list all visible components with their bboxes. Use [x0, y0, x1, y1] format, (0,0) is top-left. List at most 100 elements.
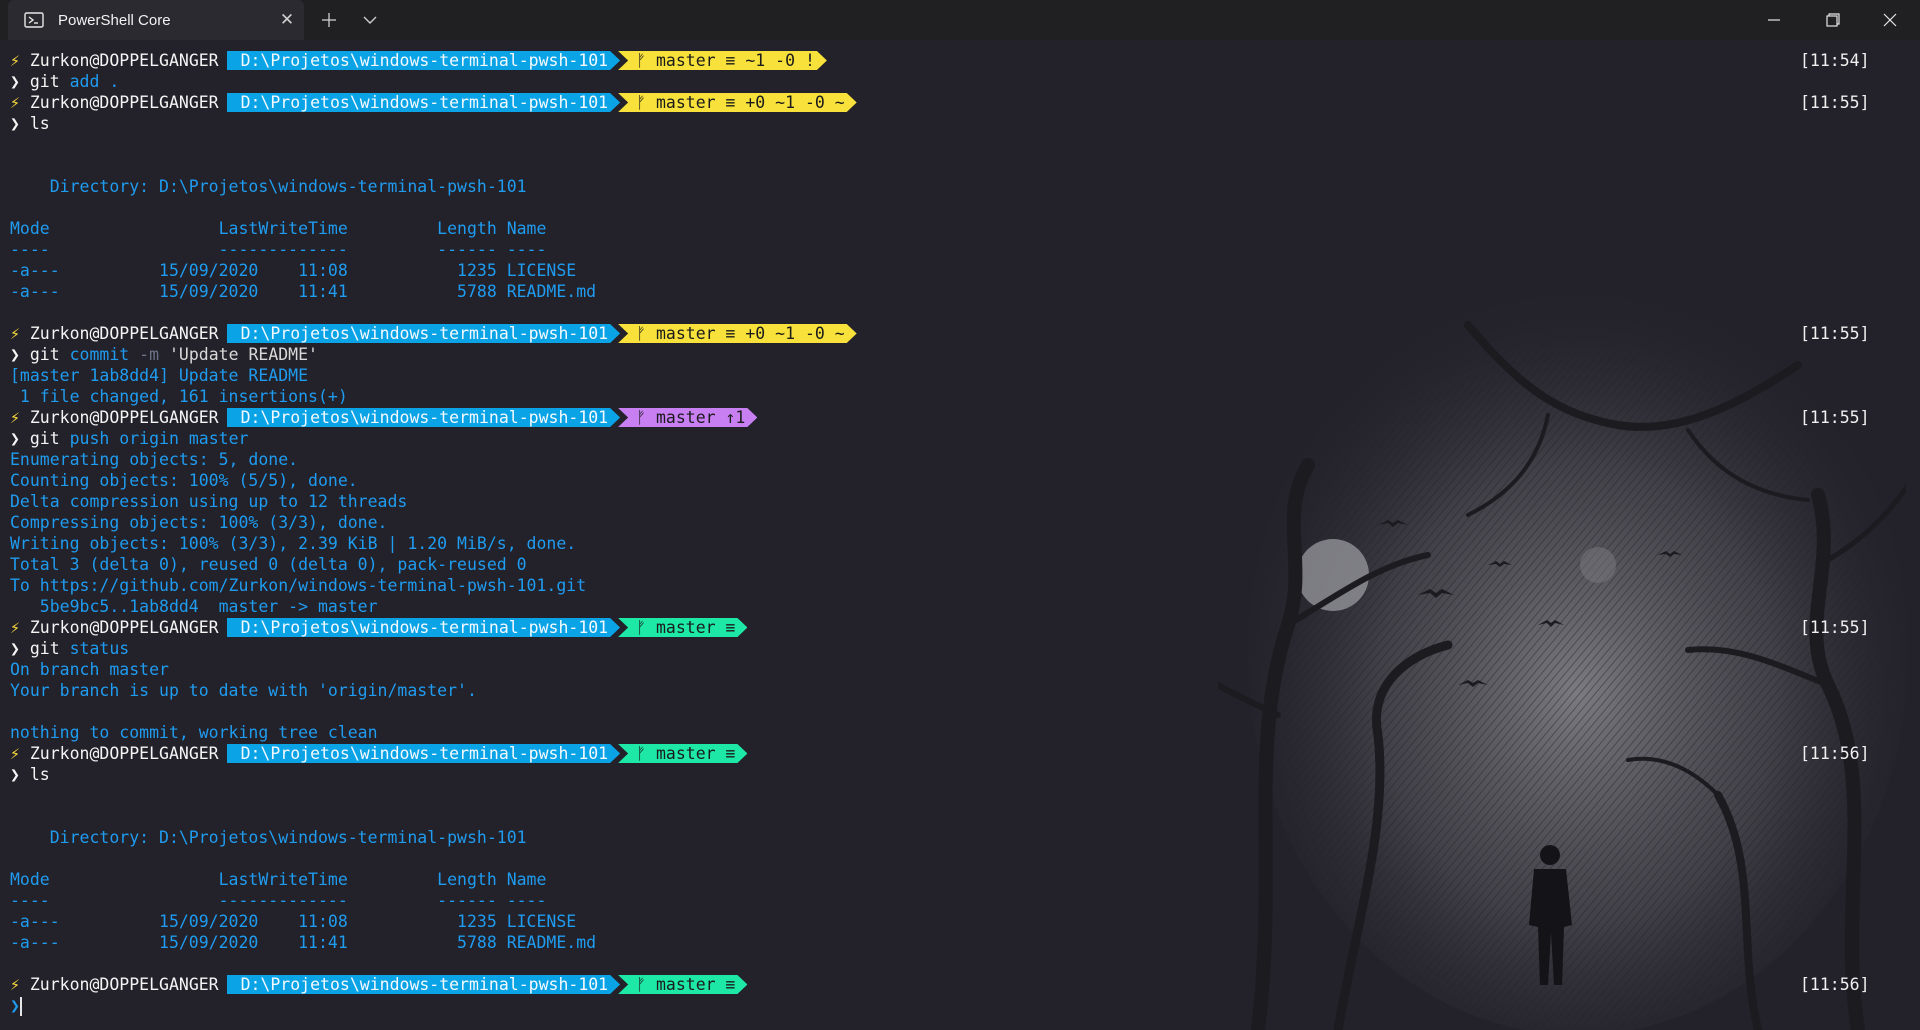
lightning-icon: ⚡: [10, 975, 30, 994]
output-line: 5be9bc5..1ab8dd4 master -> master: [10, 596, 1906, 617]
prompt-path-segment: D:\Projetos\windows-terminal-pwsh-101: [227, 408, 621, 427]
prompt-line: ⚡ Zurkon@DOPPELGANGER D:\Projetos\window…: [10, 323, 1906, 344]
prompt-timestamp: [11:55]: [1800, 324, 1870, 343]
output-text: On branch master: [10, 660, 169, 679]
plus-icon[interactable]: [310, 0, 348, 40]
text-cursor[interactable]: [19, 997, 22, 1016]
command-line: ❯ git push origin master: [10, 428, 1906, 449]
prompt-line: ⚡ Zurkon@DOPPELGANGER D:\Projetos\window…: [10, 617, 1906, 638]
prompt-path-segment: D:\Projetos\windows-terminal-pwsh-101: [227, 744, 621, 763]
terminal-output: ⚡ Zurkon@DOPPELGANGER D:\Projetos\window…: [10, 50, 1906, 1016]
prompt-git-segment: ᚠ master ≡: [618, 618, 747, 637]
input-chevron: ❯: [10, 429, 30, 448]
output-line: Enumerating objects: 5, done.: [10, 449, 1906, 470]
command-name: ls: [29, 765, 50, 784]
output-text: -a--- 15/09/2020 11:41 5788 README.md: [10, 933, 597, 952]
output-text: 1 file changed, 161 insertions(+): [10, 387, 348, 406]
output-text: Your branch is up to date with 'origin/m…: [10, 681, 477, 700]
prompt-git-segment: ᚠ master ≡ +0 ~1 -0 ~: [618, 93, 857, 112]
output-line: Delta compression using up to 12 threads: [10, 491, 1906, 512]
command-rest: .: [99, 72, 120, 91]
command-args: commit: [59, 345, 130, 364]
lightning-icon: ⚡: [10, 744, 30, 763]
output-line: -a--- 15/09/2020 11:08 1235 LICENSE: [10, 260, 1906, 281]
active-input-line[interactable]: ❯: [10, 995, 1906, 1016]
chevron-down-icon[interactable]: [352, 0, 388, 40]
output-text: Delta compression using up to 12 threads: [10, 492, 408, 511]
input-chevron: ❯: [10, 639, 30, 658]
lightning-icon: ⚡: [10, 51, 30, 70]
command-line: ❯ git status: [10, 638, 1906, 659]
prompt-path-segment: D:\Projetos\windows-terminal-pwsh-101: [227, 975, 621, 994]
command-name: git: [29, 345, 60, 364]
lightning-icon: ⚡: [10, 93, 30, 112]
output-line: Directory: D:\Projetos\windows-terminal-…: [10, 827, 1906, 848]
output-line: ---- ------------- ------ ----: [10, 239, 1906, 260]
prompt-line: ⚡ Zurkon@DOPPELGANGER D:\Projetos\window…: [10, 92, 1906, 113]
command-args: status: [59, 639, 130, 658]
close-icon[interactable]: [1862, 0, 1918, 40]
lightning-icon: ⚡: [10, 618, 30, 637]
restore-icon[interactable]: [1805, 0, 1861, 40]
input-chevron: ❯: [10, 996, 20, 1015]
command-name: ls: [29, 114, 50, 133]
prompt-user: Zurkon@DOPPELGANGER: [29, 51, 229, 70]
input-chevron: ❯: [10, 765, 30, 784]
minimize-icon[interactable]: [1746, 0, 1802, 40]
command-line: ❯ ls: [10, 113, 1906, 134]
input-chevron: ❯: [10, 114, 30, 133]
output-line: Compressing objects: 100% (3/3), done.: [10, 512, 1906, 533]
input-chevron: ❯: [10, 72, 30, 91]
tab-close-icon[interactable]: ✕: [270, 10, 304, 30]
output-line: On branch master: [10, 659, 1906, 680]
command-line: ❯ ls: [10, 764, 1906, 785]
prompt-user: Zurkon@DOPPELGANGER: [29, 93, 229, 112]
terminal-pane[interactable]: ⚡ Zurkon@DOPPELGANGER D:\Projetos\window…: [0, 40, 1906, 1030]
command-string: 'Update README': [159, 345, 318, 364]
powershell-icon: [24, 12, 44, 28]
output-text: [master 1ab8dd4] Update README: [10, 366, 309, 385]
output-line: Counting objects: 100% (5/5), done.: [10, 470, 1906, 491]
output-text: Counting objects: 100% (5/5), done.: [10, 471, 358, 490]
prompt-line: ⚡ Zurkon@DOPPELGANGER D:\Projetos\window…: [10, 974, 1906, 995]
prompt-user: Zurkon@DOPPELGANGER: [29, 744, 229, 763]
output-text: -a--- 15/09/2020 11:41 5788 README.md: [10, 282, 597, 301]
command-line: ❯ git commit -m 'Update README': [10, 344, 1906, 365]
prompt-line: ⚡ Zurkon@DOPPELGANGER D:\Projetos\window…: [10, 407, 1906, 428]
tab-title: PowerShell Core: [58, 11, 171, 29]
prompt-line: ⚡ Zurkon@DOPPELGANGER D:\Projetos\window…: [10, 743, 1906, 764]
output-text: -a--- 15/09/2020 11:08 1235 LICENSE: [10, 261, 577, 280]
output-text: ---- ------------- ------ ----: [10, 240, 547, 259]
prompt-path-segment: D:\Projetos\windows-terminal-pwsh-101: [227, 51, 621, 70]
prompt-timestamp: [11:55]: [1800, 408, 1870, 427]
output-line: nothing to commit, working tree clean: [10, 722, 1906, 743]
lightning-icon: ⚡: [10, 408, 30, 427]
output-line: Mode LastWriteTime Length Name: [10, 218, 1906, 239]
output-line: ---- ------------- ------ ----: [10, 890, 1906, 911]
output-text: ---- ------------- ------ ----: [10, 891, 547, 910]
output-text: Compressing objects: 100% (3/3), done.: [10, 513, 388, 532]
output-line: [master 1ab8dd4] Update README: [10, 365, 1906, 386]
prompt-path-segment: D:\Projetos\windows-terminal-pwsh-101: [227, 324, 621, 343]
command-name: git: [29, 72, 60, 91]
title-bar: PowerShell Core ✕: [0, 0, 1920, 40]
tab-powershell-core[interactable]: PowerShell Core ✕: [8, 0, 304, 40]
output-text: -a--- 15/09/2020 11:08 1235 LICENSE: [10, 912, 577, 931]
output-text: nothing to commit, working tree clean: [10, 723, 378, 742]
output-line: Mode LastWriteTime Length Name: [10, 869, 1906, 890]
command-name: git: [29, 429, 60, 448]
prompt-timestamp: [11:56]: [1800, 744, 1870, 763]
prompt-user: Zurkon@DOPPELGANGER: [29, 324, 229, 343]
output-line: 1 file changed, 161 insertions(+): [10, 386, 1906, 407]
prompt-git-segment: ᚠ master ↑1: [618, 408, 757, 427]
command-name: git: [29, 639, 60, 658]
command-flag: -m: [129, 345, 160, 364]
lightning-icon: ⚡: [10, 324, 30, 343]
output-line: -a--- 15/09/2020 11:41 5788 README.md: [10, 932, 1906, 953]
prompt-git-segment: ᚠ master ≡: [618, 744, 747, 763]
